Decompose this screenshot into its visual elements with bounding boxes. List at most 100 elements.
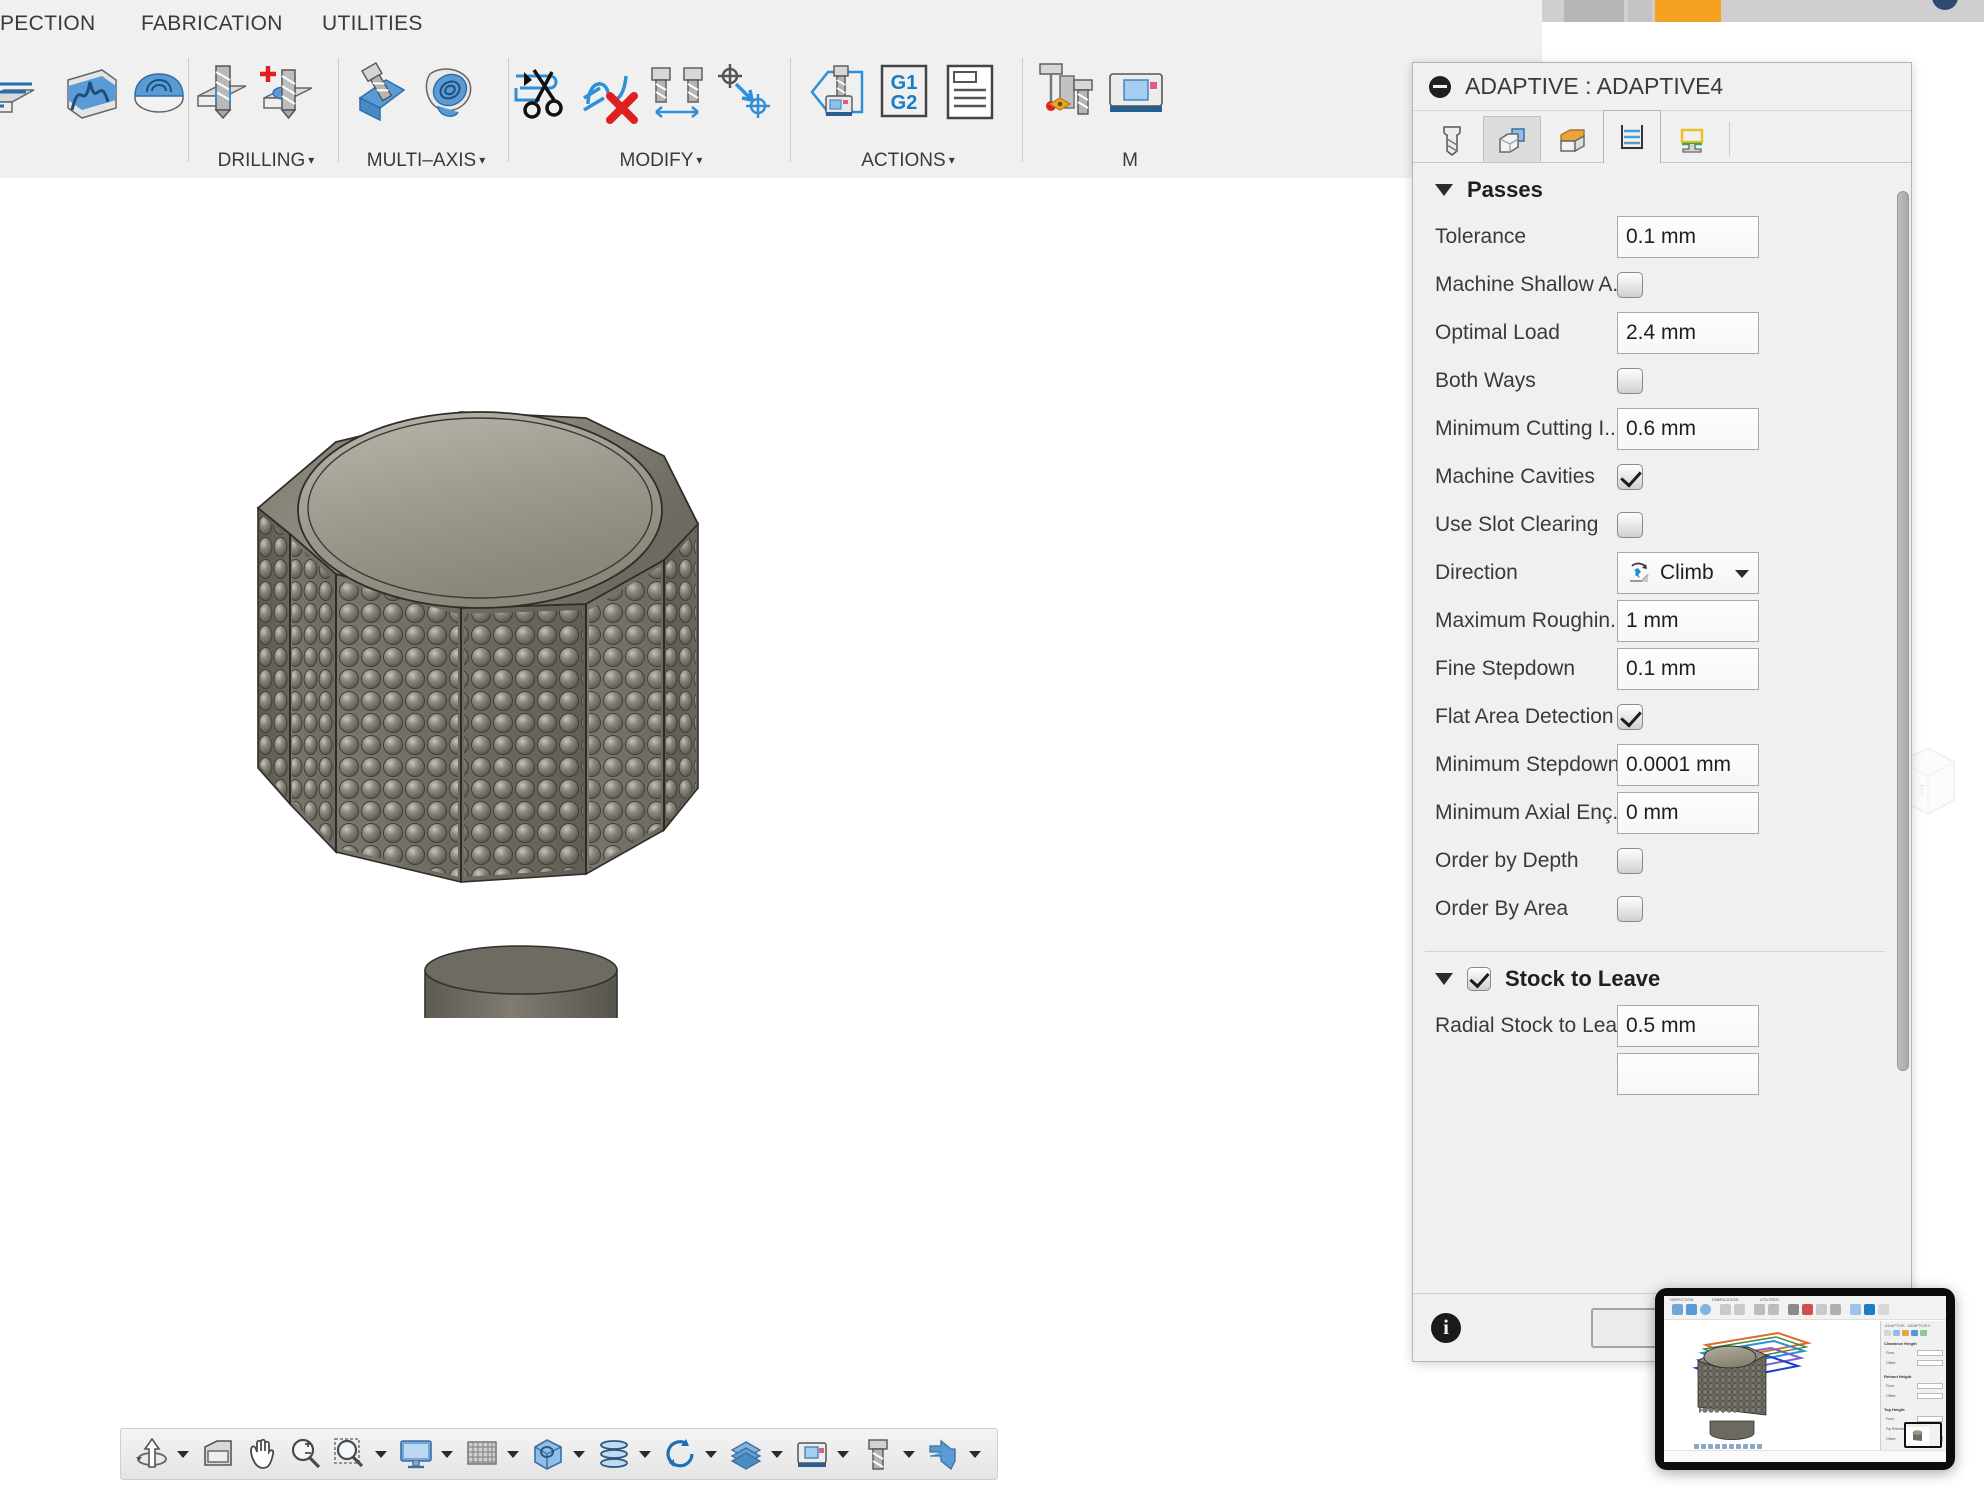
ribbon-tab-inspection[interactable]: PECTION bbox=[0, 12, 95, 36]
chevron-down-icon[interactable] bbox=[639, 1450, 651, 1458]
toolpath-display-icon[interactable] bbox=[593, 1432, 635, 1476]
chevron-down-icon[interactable] bbox=[837, 1450, 849, 1458]
g-code-icon[interactable]: G1 G2 bbox=[870, 58, 938, 126]
stock-visibility-icon[interactable] bbox=[725, 1432, 767, 1476]
geometry-tab[interactable] bbox=[1483, 116, 1541, 162]
heights-tab[interactable] bbox=[1543, 116, 1601, 162]
chevron-down-icon[interactable]: ▾ bbox=[949, 153, 955, 167]
axial-stock-to-leave-input[interactable] bbox=[1617, 1053, 1759, 1095]
simulation-icon[interactable] bbox=[923, 1432, 965, 1476]
drill-icon[interactable] bbox=[190, 58, 258, 126]
row-optimal-load[interactable]: Optimal Load 2.4 mm bbox=[1413, 309, 1897, 357]
order-by-area-checkbox[interactable] bbox=[1617, 896, 1643, 922]
chevron-down-icon[interactable] bbox=[375, 1450, 387, 1458]
delete-toolpath-icon[interactable] bbox=[578, 58, 646, 126]
dialog-tab-bar[interactable] bbox=[1413, 110, 1911, 163]
adaptive-operation-dialog[interactable]: ADAPTIVE : ADAPTIVE4 Passes Tolerance 0.… bbox=[1412, 62, 1912, 1362]
move-point-icon[interactable] bbox=[710, 58, 778, 126]
fine-stepdown-input[interactable]: 0.1 mm bbox=[1617, 648, 1759, 690]
grid-snaps-icon[interactable] bbox=[461, 1432, 503, 1476]
dialog-scrollbar-thumb[interactable] bbox=[1897, 191, 1909, 1071]
flat-area-detection-checkbox[interactable] bbox=[1617, 704, 1643, 730]
drill-add-icon[interactable] bbox=[258, 58, 326, 126]
row-both-ways[interactable]: Both Ways bbox=[1413, 357, 1897, 405]
ribbon-tab-utilities[interactable]: UTILITIES bbox=[322, 12, 423, 36]
optimal-load-input[interactable]: 2.4 mm bbox=[1617, 312, 1759, 354]
multi-axis-contour-icon[interactable] bbox=[346, 58, 414, 126]
navigation-bar[interactable] bbox=[120, 1428, 998, 1480]
tool-change-icon[interactable] bbox=[644, 58, 712, 126]
ribbon-tab-fabrication[interactable]: FABRICATION bbox=[141, 12, 283, 36]
radial-stock-to-leave-input[interactable]: 0.5 mm bbox=[1617, 1005, 1759, 1047]
order-by-depth-checkbox[interactable] bbox=[1617, 848, 1643, 874]
info-icon[interactable]: i bbox=[1431, 1312, 1461, 1343]
machine-icon[interactable] bbox=[791, 1432, 833, 1476]
tolerance-input[interactable]: 0.1 mm bbox=[1617, 216, 1759, 258]
swarf-icon[interactable] bbox=[414, 58, 482, 126]
minimum-axial-engagement-input[interactable]: 0 mm bbox=[1617, 792, 1759, 834]
post-process-icon[interactable] bbox=[804, 58, 872, 126]
chevron-down-icon[interactable] bbox=[903, 1450, 915, 1458]
row-maximum-roughing-stepdown[interactable]: Maximum Roughin... 1 mm bbox=[1413, 597, 1897, 645]
section-header-passes[interactable]: Passes bbox=[1413, 163, 1897, 213]
row-minimum-stepdown[interactable]: Minimum Stepdown 0.0001 mm bbox=[1413, 741, 1897, 789]
minimum-stepdown-input[interactable]: 0.0001 mm bbox=[1617, 744, 1759, 786]
viewports-icon[interactable] bbox=[527, 1432, 569, 1476]
both-ways-checkbox[interactable] bbox=[1617, 368, 1643, 394]
use-slot-clearing-checkbox[interactable] bbox=[1617, 512, 1643, 538]
look-at-icon[interactable] bbox=[197, 1432, 239, 1476]
chevron-down-icon[interactable] bbox=[507, 1450, 519, 1458]
row-axial-stock-to-leave-cut[interactable] bbox=[1413, 1050, 1897, 1098]
row-fine-stepdown[interactable]: Fine Stepdown 0.1 mm bbox=[1413, 645, 1897, 693]
row-minimum-axial-engagement[interactable]: Minimum Axial Enç... 0 mm bbox=[1413, 789, 1897, 837]
chevron-down-icon[interactable]: ▾ bbox=[696, 153, 702, 167]
morphed-spiral-icon[interactable] bbox=[125, 58, 193, 126]
tool-icon[interactable] bbox=[857, 1432, 899, 1476]
zoom-icon[interactable] bbox=[285, 1432, 327, 1476]
row-use-slot-clearing[interactable]: Use Slot Clearing bbox=[1413, 501, 1897, 549]
picture-in-picture-overlay[interactable]: NSPECTION FABRICATION UTILITIES ADAPTIVE… bbox=[1655, 1288, 1955, 1470]
dialog-scrollbar[interactable] bbox=[1897, 167, 1909, 1289]
linking-tab[interactable] bbox=[1663, 116, 1721, 162]
chevron-down-icon[interactable]: ▾ bbox=[308, 153, 314, 167]
chevron-down-icon[interactable] bbox=[969, 1450, 981, 1458]
chevron-down-icon[interactable] bbox=[1735, 570, 1749, 578]
chevron-down-icon[interactable] bbox=[177, 1450, 189, 1458]
tool-tab[interactable] bbox=[1423, 116, 1481, 162]
chevron-down-icon[interactable]: ▾ bbox=[479, 153, 485, 167]
chevron-down-icon[interactable] bbox=[705, 1450, 717, 1458]
row-tolerance[interactable]: Tolerance 0.1 mm bbox=[1413, 213, 1897, 261]
chevron-down-icon[interactable] bbox=[771, 1450, 783, 1458]
scallop-icon[interactable] bbox=[56, 58, 124, 126]
row-minimum-cutting-radius[interactable]: Minimum Cutting I... 0.6 mm bbox=[1413, 405, 1897, 453]
machine-library-icon[interactable] bbox=[1030, 58, 1098, 126]
maximum-roughing-stepdown-input[interactable]: 1 mm bbox=[1617, 600, 1759, 642]
simulate-icon[interactable] bbox=[1102, 58, 1170, 126]
machine-shallow-areas-checkbox[interactable] bbox=[1617, 272, 1643, 298]
row-order-by-area[interactable]: Order By Area bbox=[1413, 885, 1897, 933]
display-settings-icon[interactable] bbox=[395, 1432, 437, 1476]
chevron-down-icon[interactable] bbox=[573, 1450, 585, 1458]
row-flat-area-detection[interactable]: Flat Area Detection bbox=[1413, 693, 1897, 741]
pan-icon[interactable] bbox=[241, 1432, 283, 1476]
passes-tab[interactable] bbox=[1603, 110, 1661, 163]
row-direction[interactable]: Direction Climb bbox=[1413, 549, 1897, 597]
row-order-by-depth[interactable]: Order by Depth bbox=[1413, 837, 1897, 885]
expand-triangle-icon[interactable] bbox=[1435, 973, 1453, 985]
zoom-window-icon[interactable] bbox=[329, 1432, 371, 1476]
expand-triangle-icon[interactable] bbox=[1435, 184, 1453, 196]
direction-dropdown[interactable]: Climb bbox=[1617, 552, 1759, 594]
row-machine-shallow-areas[interactable]: Machine Shallow A... bbox=[1413, 261, 1897, 309]
row-machine-cavities[interactable]: Machine Cavities bbox=[1413, 453, 1897, 501]
refresh-icon[interactable] bbox=[659, 1432, 701, 1476]
machine-cavities-checkbox[interactable] bbox=[1617, 464, 1643, 490]
chevron-down-icon[interactable] bbox=[441, 1450, 453, 1458]
orbit-icon[interactable] bbox=[131, 1432, 173, 1476]
section-header-stock-to-leave[interactable]: Stock to Leave bbox=[1413, 952, 1897, 1002]
steep-shallow-icon[interactable] bbox=[0, 58, 42, 126]
stock-to-leave-checkbox[interactable] bbox=[1467, 967, 1491, 991]
trim-toolpath-icon[interactable] bbox=[510, 58, 578, 126]
setup-sheet-icon[interactable] bbox=[936, 58, 1004, 126]
minimum-cutting-radius-input[interactable]: 0.6 mm bbox=[1617, 408, 1759, 450]
os-chip-active-tab[interactable] bbox=[1655, 0, 1721, 22]
